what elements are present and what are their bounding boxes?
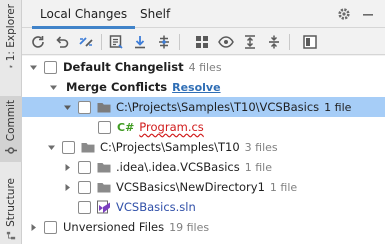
tool-tab-commit[interactable]: Commit [0,96,22,162]
toolbar-separator [101,34,102,50]
structure-icon [6,231,16,240]
shelve-icon[interactable] [156,34,172,50]
diff-icon[interactable] [78,34,94,50]
new-directory-row[interactable]: VCSBasics\NewDirectory1 1 file [22,177,385,197]
tab-local-changes[interactable]: Local Changes [32,0,136,29]
unversioned-files-label: Unversioned Files [63,220,165,234]
unversioned-files-count: 19 files [169,220,210,234]
chevron-right-icon[interactable] [62,182,72,192]
t10-directory-path: C:\Projects\Samples\T10 [100,140,240,154]
idea-directory-path: .idea\.idea.VCSBasics [116,160,240,174]
new-directory-count: 1 file [269,180,298,194]
changelist-file-count: 4 files [188,60,222,74]
commit-icon [5,147,17,154]
structure-label: Structure [5,178,17,227]
group-by-icon[interactable] [194,34,210,50]
idea-directory-count: 1 file [244,160,272,174]
merge-conflicts-label: Merge Conflicts [66,80,168,94]
folder-icon [97,102,111,112]
conflict-directory-row[interactable]: C:\Projects\Samples\T10\VCSBasics 1 file [22,97,385,117]
changelist-icon[interactable] [108,34,124,50]
program-cs-label: Program.cs [139,120,204,134]
t10-directory-row[interactable]: C:\Projects\Samples\T10 3 files [22,137,385,157]
sln-file-row[interactable]: VCSBasics.sln [22,197,385,217]
changes-tree: Default Changelist 4 files Merge Conflic… [22,56,385,244]
merge-conflicts-row[interactable]: Merge Conflicts Resolve [22,77,385,97]
chevron-down-icon[interactable] [28,62,38,72]
commit-label: Commit [5,100,17,142]
gear-icon[interactable] [337,7,351,21]
tool-window-strip: 1: Explorer Commit Structure [0,0,22,244]
folder-icon [97,162,111,172]
changelist-label: Default Changelist [63,60,184,74]
folder-icon [9,65,13,68]
tool-tab-structure[interactable]: Structure [0,178,22,240]
resolve-link[interactable]: Resolve [172,81,220,94]
conflict-directory-path: C:\Projects\Samples\T10\VCSBasics [116,100,320,114]
new-directory-path: VCSBasics\NewDirectory1 [116,180,265,194]
chevron-right-icon[interactable] [62,162,72,172]
tool-tab-explorer[interactable]: 1: Explorer [0,4,22,68]
changelist-row[interactable]: Default Changelist 4 files [22,57,385,77]
minimize-icon[interactable] [361,7,375,21]
rollback-icon[interactable] [54,34,70,50]
toolbar-separator [179,34,180,50]
t10-directory-checkbox[interactable] [62,140,75,154]
update-icon[interactable] [132,34,148,50]
refresh-icon[interactable] [30,34,46,50]
explorer-label: 1: Explorer [5,4,17,62]
conflict-file-row[interactable]: C# Program.cs [22,117,385,137]
chevron-right-icon[interactable] [28,222,38,232]
conflict-directory-count: 1 file [324,100,352,114]
collapse-all-icon[interactable] [266,34,282,50]
chevron-down-icon[interactable] [46,142,56,152]
program-cs-checkbox[interactable] [98,120,111,134]
csharp-file-icon: C# [117,120,135,134]
sln-file-checkbox[interactable] [78,200,91,214]
chevron-down-icon[interactable] [62,102,72,112]
expand-all-icon[interactable] [242,34,258,50]
show-options-icon[interactable] [218,34,234,50]
sln-file-label: VCSBasics.sln [116,200,196,214]
chevron-down-icon[interactable] [48,82,58,92]
tool-window-header: Local Changes Shelf [22,0,385,29]
new-directory-checkbox[interactable] [78,180,91,194]
conflict-directory-checkbox[interactable] [78,100,91,114]
changelist-checkbox[interactable] [44,60,57,74]
toolbar-separator [289,34,290,50]
unversioned-files-checkbox[interactable] [44,220,57,234]
idea-directory-checkbox[interactable] [78,160,91,174]
visual-studio-solution-icon [97,200,110,214]
folder-icon [97,182,111,192]
idea-directory-row[interactable]: .idea\.idea.VCSBasics 1 file [22,157,385,177]
unversioned-files-row[interactable]: Unversioned Files 19 files [22,217,385,237]
preview-icon[interactable] [302,34,318,50]
t10-directory-count: 3 files [244,140,278,154]
folder-icon [81,142,95,152]
changes-toolbar [22,29,385,55]
tab-shelf[interactable]: Shelf [132,0,178,28]
